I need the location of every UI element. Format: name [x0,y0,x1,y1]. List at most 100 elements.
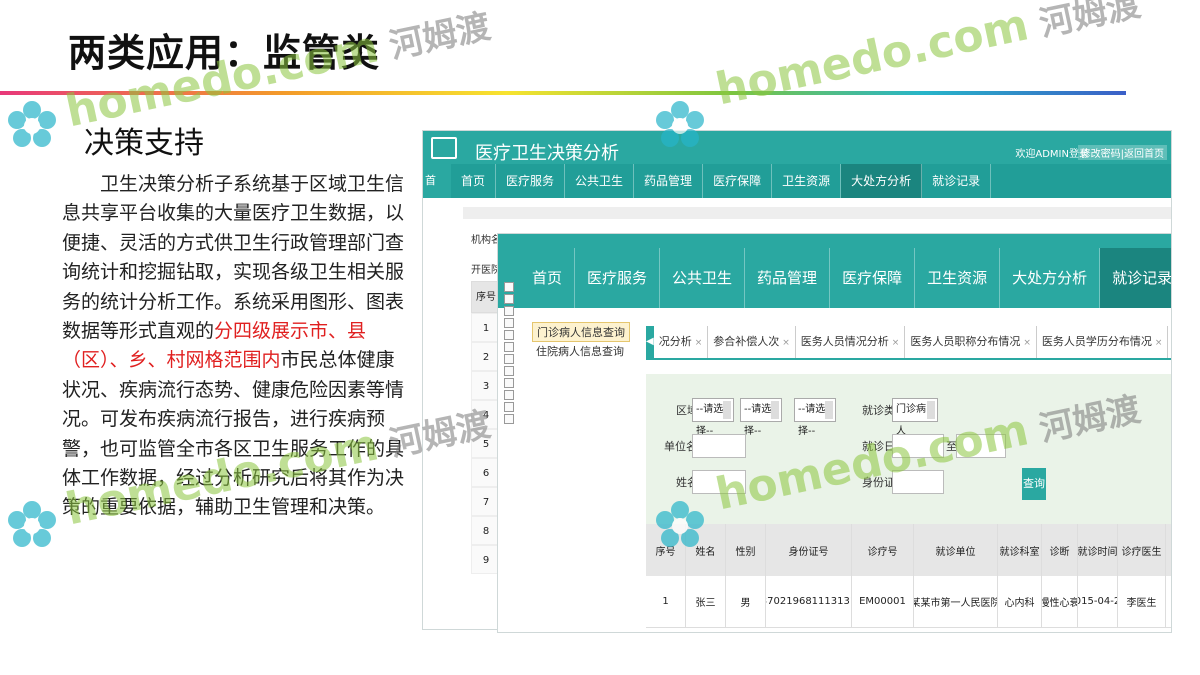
tree-node-icon[interactable] [504,342,514,352]
result-header-cell: 诊断 [1042,524,1078,576]
front-nav-item[interactable]: 首页 [520,248,576,308]
tree-node-icon[interactable] [504,366,514,376]
close-icon[interactable]: × [892,338,900,348]
result-header-cell: 就诊时间 [1078,524,1118,576]
result-cell: 李医生 [1118,576,1166,627]
close-icon[interactable]: × [782,338,790,348]
back-app-title: 医疗卫生决策分析 [475,143,619,164]
tree-node-icon[interactable] [504,414,514,424]
back-nav-item[interactable]: 药品管理 [634,164,704,198]
tree-node-icon[interactable] [504,330,514,340]
tab-label: 参合补偿人次 [713,335,780,348]
tab-scroll-left-icon[interactable]: ◀ [646,326,654,358]
tree-node-icon[interactable] [504,354,514,364]
name-input[interactable] [692,470,746,494]
tree-menu-item[interactable]: 门诊病人信息查询 [532,322,630,342]
result-cell: EM00001 [852,576,914,627]
tree-node-icon[interactable] [504,378,514,388]
result-cell: 心内科 [998,576,1042,627]
front-nav-item[interactable]: 就诊记录 [1100,248,1171,308]
front-top-strip [498,234,1171,248]
chevron-down-icon [771,401,779,419]
result-cell: 1 [646,576,686,627]
tree-menu: 门诊病人信息查询 住院病人信息查询 [532,322,630,362]
close-icon[interactable]: × [1023,338,1031,348]
tree-node-icon[interactable] [504,318,514,328]
front-nav-bar: 首页 医疗服务 公共卫生 药品管理 医疗保障 卫生资源 大处方分析 就诊记录 [520,248,1171,308]
result-cell: 370219681113131 [766,576,852,627]
id-input[interactable] [892,470,944,494]
front-nav-item[interactable]: 卫生资源 [915,248,1001,308]
unit-input[interactable] [692,434,746,458]
tree-node-icon[interactable] [504,390,514,400]
tree-nodes [504,282,520,426]
back-nav-item[interactable]: 公共卫生 [565,164,635,198]
front-nav-item[interactable]: 药品管理 [745,248,831,308]
close-icon[interactable]: × [1155,338,1163,348]
rainbow-divider [0,91,1126,95]
city-select[interactable]: --请选择-- [740,398,782,437]
paragraph-text-2: 市民总体健康状况、疾病流行态势、健康危险因素等情况。可发布疾病流行报告，进行疾病… [62,349,405,519]
result-cell: 张三 [686,576,726,627]
body-paragraph: 卫生决策分析子系统基于区域卫生信息共享平台收集的大量医疗卫生数据，以便捷、灵活的… [62,170,412,523]
result-header-cell: 身份证号 [766,524,852,576]
back-side-tab[interactable]: 首 [423,164,451,198]
front-nav-item[interactable]: 大处方分析 [1000,248,1101,308]
tab-item[interactable]: 医务人员职称分布情况 × [905,326,1037,358]
tree-node-icon[interactable] [504,294,514,304]
section-title: 决策支持 [84,126,204,161]
tab-label: 医务人员学历分布情况 [1041,335,1152,348]
result-header-row: 序号 姓名 性别 身份证号 诊疗号 就诊单位 就诊科室 诊断 就诊时间 诊疗医生 [646,524,1171,576]
county-select[interactable]: --请选择-- [794,398,836,437]
tab-item[interactable]: 医务人员情况分析 × [796,326,906,358]
tab-label: 医务人员职称分布情况 [910,335,1021,348]
tree-node-icon[interactable] [504,306,514,316]
back-nav-item[interactable]: 医疗服务 [496,164,566,198]
date-to-input[interactable] [956,434,1006,458]
result-cell: 某某市第一人民医院 [914,576,998,627]
back-nav-item[interactable]: 医疗保障 [703,164,773,198]
slide-title: 两类应用：监管类 [68,31,381,75]
search-button[interactable]: 查询 [1022,468,1046,500]
query-panel: 区域 --请选择-- --请选择-- --请选择-- 就诊类型 门诊病人 单位名… [646,374,1171,524]
back-header: 医疗卫生决策分析 欢迎ADMIN登录 修改密码|返回首页 [423,131,1171,164]
back-nav-item[interactable]: 大处方分析 [841,164,923,198]
back-nav-item[interactable]: 卫生资源 [772,164,842,198]
tab-label: 医务人员情况分析 [800,335,889,348]
result-header-cell: 性别 [726,524,766,576]
result-table: 序号 姓名 性别 身份证号 诊疗号 就诊单位 就诊科室 诊断 就诊时间 诊疗医生 1 张三男 37021… [646,524,1171,628]
result-header-cell: 就诊科室 [998,524,1042,576]
tab-item[interactable]: 床位情况分析× [1168,326,1171,358]
tab-item[interactable]: 医务人员学历分布情况 × [1037,326,1169,358]
province-select[interactable]: --请选择-- [692,398,734,437]
back-nav-item[interactable]: 就诊记录 [922,164,992,198]
tab-item[interactable]: 况分析 × [654,326,709,358]
app-logo-icon [431,137,457,159]
watermark-en: homedo.com [711,0,1033,116]
result-header-cell: 诊疗号 [852,524,914,576]
tab-strip: ◀ 况分析 × 参合补偿人次 × 医务人员情况分析 × 医务人员职称分布情况 × 医务人员学历分布… [646,326,1171,360]
back-nav-item[interactable]: 首页 [451,164,497,198]
tab-item[interactable]: 参合补偿人次 × [708,326,796,358]
close-icon[interactable]: × [695,338,703,348]
chevron-down-icon [825,401,833,419]
visit-type-value: 门诊病人 [896,404,926,437]
tree-menu-item[interactable]: 住院病人信息查询 [532,342,630,362]
watermark-flower-icon [8,101,56,147]
front-nav-item[interactable]: 医疗保障 [830,248,916,308]
top-links[interactable]: 修改密码|返回首页 [1077,145,1167,160]
date-from-input[interactable] [892,434,944,458]
chevron-down-icon [723,401,731,419]
tab-label: 况分析 [658,335,692,348]
paragraph-text-1: 卫生决策分析子系统基于区域卫生信息共享平台收集的大量医疗卫生数据，以便捷、灵活的… [62,173,405,343]
front-nav-item[interactable]: 公共卫生 [660,248,746,308]
tree-node-icon[interactable] [504,282,514,292]
city-select-value: --请选择-- [744,404,772,437]
table-row[interactable]: 1 张三男 370219681113131 EM00001 某某市第一人民医院 心内科 慢性… [646,576,1171,628]
tree-node-icon[interactable] [504,402,514,412]
visit-type-select[interactable]: 门诊病人 [892,398,938,437]
front-nav-item[interactable]: 医疗服务 [575,248,661,308]
chevron-down-icon [927,401,935,419]
result-header-cell: 诊疗医生 [1118,524,1166,576]
watermark-2: homedo.com河姆渡 [711,0,1144,115]
